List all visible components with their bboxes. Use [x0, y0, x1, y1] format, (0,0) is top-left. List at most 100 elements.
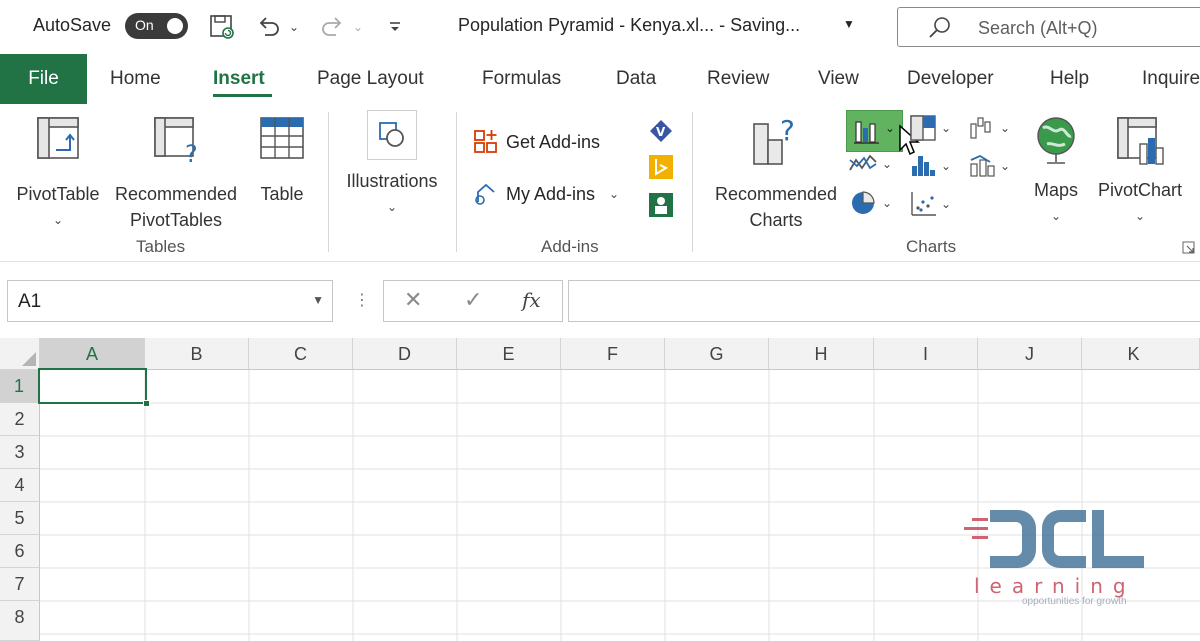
bing-maps-icon[interactable]	[648, 154, 674, 180]
column-header[interactable]: B	[145, 338, 249, 370]
logo-wordmark: learning	[974, 574, 1136, 598]
search-placeholder: Search (Alt+Q)	[978, 18, 1098, 38]
column-header[interactable]: J	[978, 338, 1082, 370]
waterfall-chart-button[interactable]: ⌄	[968, 114, 1010, 142]
column-header[interactable]: A	[40, 338, 145, 370]
maps-dropdown-icon: ⌄	[1050, 209, 1062, 223]
store-icon	[474, 130, 497, 153]
select-all-button[interactable]	[0, 338, 40, 370]
line-chart-dropdown-icon: ⌄	[882, 157, 893, 171]
illustrations-button[interactable]: Illustrations ⌄	[340, 110, 444, 220]
search-icon	[929, 17, 950, 38]
my-addins-button[interactable]: My Add-ins ⌄	[472, 180, 619, 208]
fill-handle[interactable]	[143, 400, 150, 407]
tab-data[interactable]: Data	[616, 68, 656, 90]
people-graph-icon[interactable]	[648, 192, 674, 218]
line-chart-icon	[849, 154, 877, 171]
column-header[interactable]: I	[874, 338, 978, 370]
tab-file[interactable]: File	[0, 54, 87, 104]
autosave-label: AutoSave	[33, 15, 112, 35]
recommended-pivottables-icon: ?	[154, 117, 198, 168]
row-header[interactable]: 7	[0, 568, 40, 601]
column-header[interactable]: H	[769, 338, 874, 370]
recommended-pivottables-label-1: Recommended	[114, 184, 238, 204]
pivotchart-button[interactable]: PivotChart ⌄	[1090, 114, 1190, 229]
table-label: Table	[260, 184, 304, 204]
visio-icon[interactable]: V	[648, 118, 674, 144]
tab-page-layout[interactable]: Page Layout	[317, 68, 424, 90]
tab-home[interactable]: Home	[110, 68, 161, 90]
row-header[interactable]: 2	[0, 403, 40, 436]
tab-review[interactable]: Review	[707, 68, 769, 90]
svg-text:?: ?	[185, 140, 198, 164]
tab-inquire[interactable]: Inquire	[1142, 68, 1200, 90]
column-chart-dropdown-icon: ⌄	[885, 121, 896, 135]
charts-group-label: Charts	[906, 237, 957, 256]
row-header[interactable]: 1	[0, 370, 40, 403]
combo-chart-icon	[970, 154, 995, 177]
recommended-charts-label-1: Recommended	[714, 184, 838, 204]
column-chart-button[interactable]: ⌄	[846, 110, 903, 152]
tab-insert[interactable]: Insert	[213, 68, 265, 90]
more-options-icon[interactable]: ⋮	[354, 290, 370, 310]
my-addins-dropdown-icon: ⌄	[609, 187, 620, 201]
line-chart-button[interactable]: ⌄	[848, 150, 892, 178]
undo-dropdown-icon[interactable]: ⌄	[286, 12, 302, 42]
cancel-icon[interactable]: ✕	[404, 287, 422, 313]
group-divider	[328, 112, 329, 252]
column-header[interactable]: G	[665, 338, 769, 370]
statistic-chart-button[interactable]: ⌄	[909, 152, 951, 180]
maps-button[interactable]: Maps ⌄	[1026, 114, 1086, 229]
toggle-knob	[167, 18, 183, 34]
redo-icon[interactable]	[317, 12, 347, 42]
column-header[interactable]: D	[353, 338, 457, 370]
active-cell-a1[interactable]	[38, 368, 150, 407]
title-dropdown-icon[interactable]: ▼	[843, 17, 855, 31]
row-header[interactable]: 4	[0, 469, 40, 502]
column-header[interactable]: F	[561, 338, 665, 370]
tab-formulas[interactable]: Formulas	[482, 68, 561, 90]
hierarchy-chart-button[interactable]: ⌄	[909, 114, 951, 142]
autosave-toggle[interactable]: On	[125, 13, 188, 39]
formula-input[interactable]	[568, 280, 1200, 322]
insert-function-icon[interactable]: fx	[522, 288, 541, 312]
tab-developer[interactable]: Developer	[907, 68, 994, 90]
row-header[interactable]: 3	[0, 436, 40, 469]
row-header[interactable]: 8	[0, 601, 40, 641]
pie-chart-icon	[852, 191, 875, 214]
column-header[interactable]: E	[457, 338, 561, 370]
enter-icon[interactable]: ✓	[464, 287, 482, 313]
tab-view[interactable]: View	[818, 68, 859, 90]
get-addins-label: Get Add-ins	[506, 131, 601, 152]
name-box-dropdown-icon[interactable]: ▼	[312, 293, 324, 307]
redo-dropdown-icon[interactable]: ⌄	[350, 12, 366, 42]
customize-qat-icon[interactable]	[385, 12, 405, 42]
name-box[interactable]: A1 ▼	[7, 280, 333, 322]
tab-help[interactable]: Help	[1050, 68, 1089, 90]
ribbon-insert: PivotTable ⌄ ? Recommended PivotTables T…	[0, 104, 1200, 262]
recommended-pivottables-button[interactable]: ? Recommended PivotTables	[108, 114, 244, 233]
charts-dialog-launcher-icon[interactable]	[1182, 241, 1195, 254]
undo-icon[interactable]	[254, 12, 284, 42]
document-title[interactable]: Population Pyramid - Kenya.xl... - Savin…	[458, 15, 800, 36]
combo-chart-button[interactable]: ⌄	[968, 152, 1010, 180]
get-addins-button[interactable]: Get Add-ins	[472, 128, 600, 156]
scatter-chart-button[interactable]: ⌄	[909, 190, 951, 218]
scatter-chart-dropdown-icon: ⌄	[941, 197, 952, 211]
search-box[interactable]: Search (Alt+Q)	[897, 7, 1200, 47]
waterfall-chart-dropdown-icon: ⌄	[1000, 121, 1011, 135]
title-bar: AutoSave On ⌄ ⌄ Population Pyramid - Ken…	[0, 0, 1200, 54]
pie-chart-button[interactable]: ⌄	[848, 188, 892, 218]
recommended-charts-button[interactable]: ? Recommended Charts	[706, 114, 846, 233]
column-header[interactable]: K	[1082, 338, 1200, 370]
logo-tagline: opportunities for growth	[1022, 596, 1127, 607]
pivottable-button[interactable]: PivotTable ⌄	[8, 114, 108, 233]
row-header[interactable]: 6	[0, 535, 40, 568]
pivotchart-dropdown-icon: ⌄	[1134, 209, 1146, 223]
column-header[interactable]: C	[249, 338, 353, 370]
autosave-toggle-label: On	[135, 17, 154, 33]
row-header[interactable]: 5	[0, 502, 40, 535]
table-button[interactable]: Table	[250, 114, 314, 207]
save-icon[interactable]	[207, 12, 237, 42]
pivottable-icon	[37, 117, 79, 159]
